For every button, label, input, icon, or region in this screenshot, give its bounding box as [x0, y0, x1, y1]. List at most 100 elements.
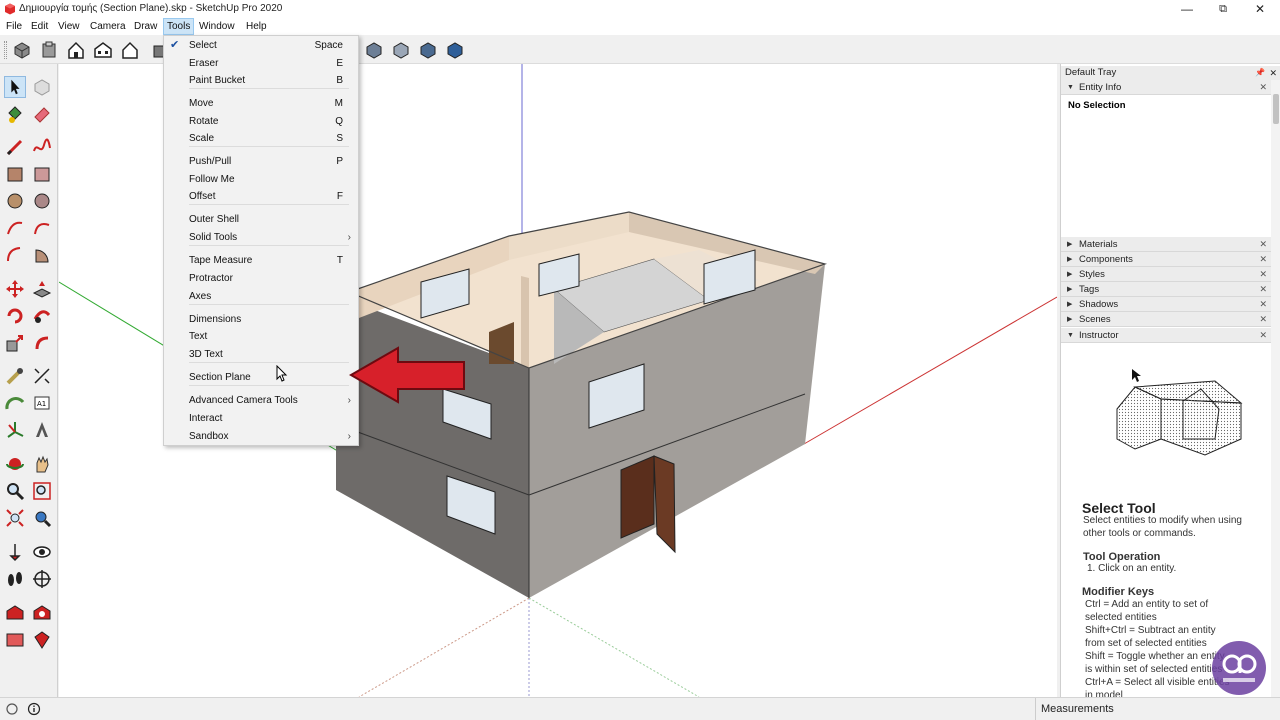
wireframe-style-icon[interactable] [391, 40, 411, 60]
pie-tool-icon[interactable] [31, 244, 53, 266]
make-component-icon[interactable] [31, 76, 53, 98]
push-pull-icon[interactable] [31, 278, 53, 300]
panel-shadows[interactable]: ▶ Shadows ✕ [1061, 297, 1271, 312]
menu-window[interactable]: Window [196, 18, 238, 35]
panel-styles[interactable]: ▶ Styles ✕ [1061, 267, 1271, 282]
two-point-arc-icon[interactable] [31, 217, 53, 239]
circle-tool-icon[interactable] [4, 190, 26, 212]
tray-close-icon[interactable]: ✕ [1269, 66, 1277, 80]
panel-close-icon[interactable]: ✕ [1259, 80, 1267, 95]
menu-item-solid-tools[interactable]: Solid Tools › [164, 229, 358, 246]
menu-item-select[interactable]: ✔ Select Space [164, 37, 358, 54]
previous-view-icon[interactable] [31, 507, 53, 529]
panel-instructor[interactable]: ▼ Instructor ✕ [1061, 328, 1271, 343]
pin-icon[interactable]: 📌 [1255, 66, 1265, 80]
back-view-icon[interactable] [120, 40, 140, 60]
paint-bucket-icon[interactable] [4, 103, 26, 125]
tray-scrollbar[interactable] [1271, 80, 1280, 697]
move-tool-icon[interactable] [4, 278, 26, 300]
panel-materials[interactable]: ▶ Materials ✕ [1061, 237, 1271, 252]
menu-item-3d-text[interactable]: 3D Text [164, 346, 358, 363]
rectangle-tool-icon[interactable] [4, 163, 26, 185]
offset-tool-icon[interactable] [31, 332, 53, 354]
text-tool-icon[interactable]: A1 [31, 392, 53, 414]
freehand-icon[interactable] [31, 136, 53, 158]
menu-edit[interactable]: Edit [28, 18, 51, 35]
panel-components[interactable]: ▶ Components ✕ [1061, 252, 1271, 267]
extension-manager-icon[interactable] [31, 629, 53, 651]
menu-item-axes[interactable]: Axes [164, 288, 358, 305]
menu-item-protractor[interactable]: Protractor [164, 270, 358, 287]
menu-file[interactable]: File [3, 18, 25, 35]
panel-close-icon[interactable]: ✕ [1259, 267, 1267, 282]
menu-item-dimensions[interactable]: Dimensions [164, 311, 358, 328]
menu-item-rotate[interactable]: Rotate Q [164, 113, 358, 130]
zoom-extents-icon[interactable] [4, 507, 26, 529]
pan-tool-icon[interactable] [31, 453, 53, 475]
extension-warehouse-icon[interactable] [31, 602, 53, 624]
menu-item-sandbox[interactable]: Sandbox › [164, 428, 358, 445]
arc-tool-icon[interactable] [4, 217, 26, 239]
rotate-tool-icon[interactable] [4, 305, 26, 327]
zoom-window-icon[interactable] [31, 480, 53, 502]
shaded-style-icon[interactable] [418, 40, 438, 60]
panel-scenes[interactable]: ▶ Scenes ✕ [1061, 312, 1271, 327]
menu-item-follow-me[interactable]: Follow Me [164, 171, 358, 188]
walk-tool-icon[interactable] [4, 568, 26, 590]
protractor-icon[interactable] [4, 392, 26, 414]
panel-close-icon[interactable]: ✕ [1259, 282, 1267, 297]
menu-item-push-pull[interactable]: Push/Pull P [164, 153, 358, 170]
toolbar-grip[interactable] [4, 41, 7, 59]
minimize-button[interactable]: — [1169, 0, 1205, 18]
close-button[interactable]: ✕ [1242, 0, 1278, 18]
menu-tools[interactable]: Tools [163, 18, 195, 35]
look-around-icon[interactable] [31, 541, 53, 563]
send-to-layout-icon[interactable] [4, 629, 26, 651]
menu-item-paint-bucket[interactable]: Paint Bucket B [164, 72, 358, 89]
maximize-button[interactable]: ⧉ [1205, 0, 1241, 18]
measurements-box[interactable]: Measurements [1035, 698, 1280, 720]
follow-me-icon[interactable] [31, 305, 53, 327]
xray-style-icon[interactable] [364, 40, 384, 60]
panel-close-icon[interactable]: ✕ [1259, 312, 1267, 327]
panel-tags[interactable]: ▶ Tags ✕ [1061, 282, 1271, 297]
zoom-tool-icon[interactable] [4, 480, 26, 502]
line-tool-icon[interactable] [4, 136, 26, 158]
scale-tool-icon[interactable] [4, 332, 26, 354]
menu-item-offset[interactable]: Offset F [164, 188, 358, 205]
select-tool-icon[interactable] [4, 76, 26, 98]
position-camera-icon[interactable] [4, 541, 26, 563]
menu-item-move[interactable]: Move M [164, 95, 358, 112]
section-plane-icon[interactable] [31, 568, 53, 590]
panel-close-icon[interactable]: ✕ [1259, 297, 1267, 312]
menu-help[interactable]: Help [243, 18, 270, 35]
info-icon[interactable] [27, 702, 41, 716]
menu-item-section-plane[interactable]: Section Plane [164, 369, 358, 386]
menu-item-tape-measure[interactable]: Tape Measure T [164, 252, 358, 269]
menu-item-eraser[interactable]: Eraser E [164, 55, 358, 72]
scrollbar-thumb[interactable] [1273, 94, 1279, 124]
top-view-icon[interactable] [39, 40, 59, 60]
textured-style-icon[interactable] [445, 40, 465, 60]
three-point-arc-icon[interactable] [4, 244, 26, 266]
panel-close-icon[interactable]: ✕ [1259, 237, 1267, 252]
front-view-icon[interactable] [66, 40, 86, 60]
eraser-icon[interactable] [31, 103, 53, 125]
panel-close-icon[interactable]: ✕ [1259, 252, 1267, 267]
panel-close-icon[interactable]: ✕ [1259, 328, 1267, 343]
panel-entity-info[interactable]: ▼ Entity Info ✕ [1061, 80, 1271, 95]
dimension-tool-icon[interactable] [31, 365, 53, 387]
menu-item-interact[interactable]: Interact [164, 410, 358, 427]
menu-item-scale[interactable]: Scale S [164, 130, 358, 147]
orbit-tool-icon[interactable] [4, 453, 26, 475]
warehouse-icon[interactable] [4, 602, 26, 624]
axes-tool-icon[interactable] [4, 419, 26, 441]
rotated-rectangle-icon[interactable] [31, 163, 53, 185]
menu-camera[interactable]: Camera [87, 18, 129, 35]
menu-item-text[interactable]: Text [164, 328, 358, 345]
right-view-icon[interactable] [93, 40, 113, 60]
menu-draw[interactable]: Draw [131, 18, 160, 35]
geo-location-icon[interactable] [5, 702, 19, 716]
menu-item-advanced-camera-tools[interactable]: Advanced Camera Tools › [164, 392, 358, 409]
menu-view[interactable]: View [55, 18, 83, 35]
